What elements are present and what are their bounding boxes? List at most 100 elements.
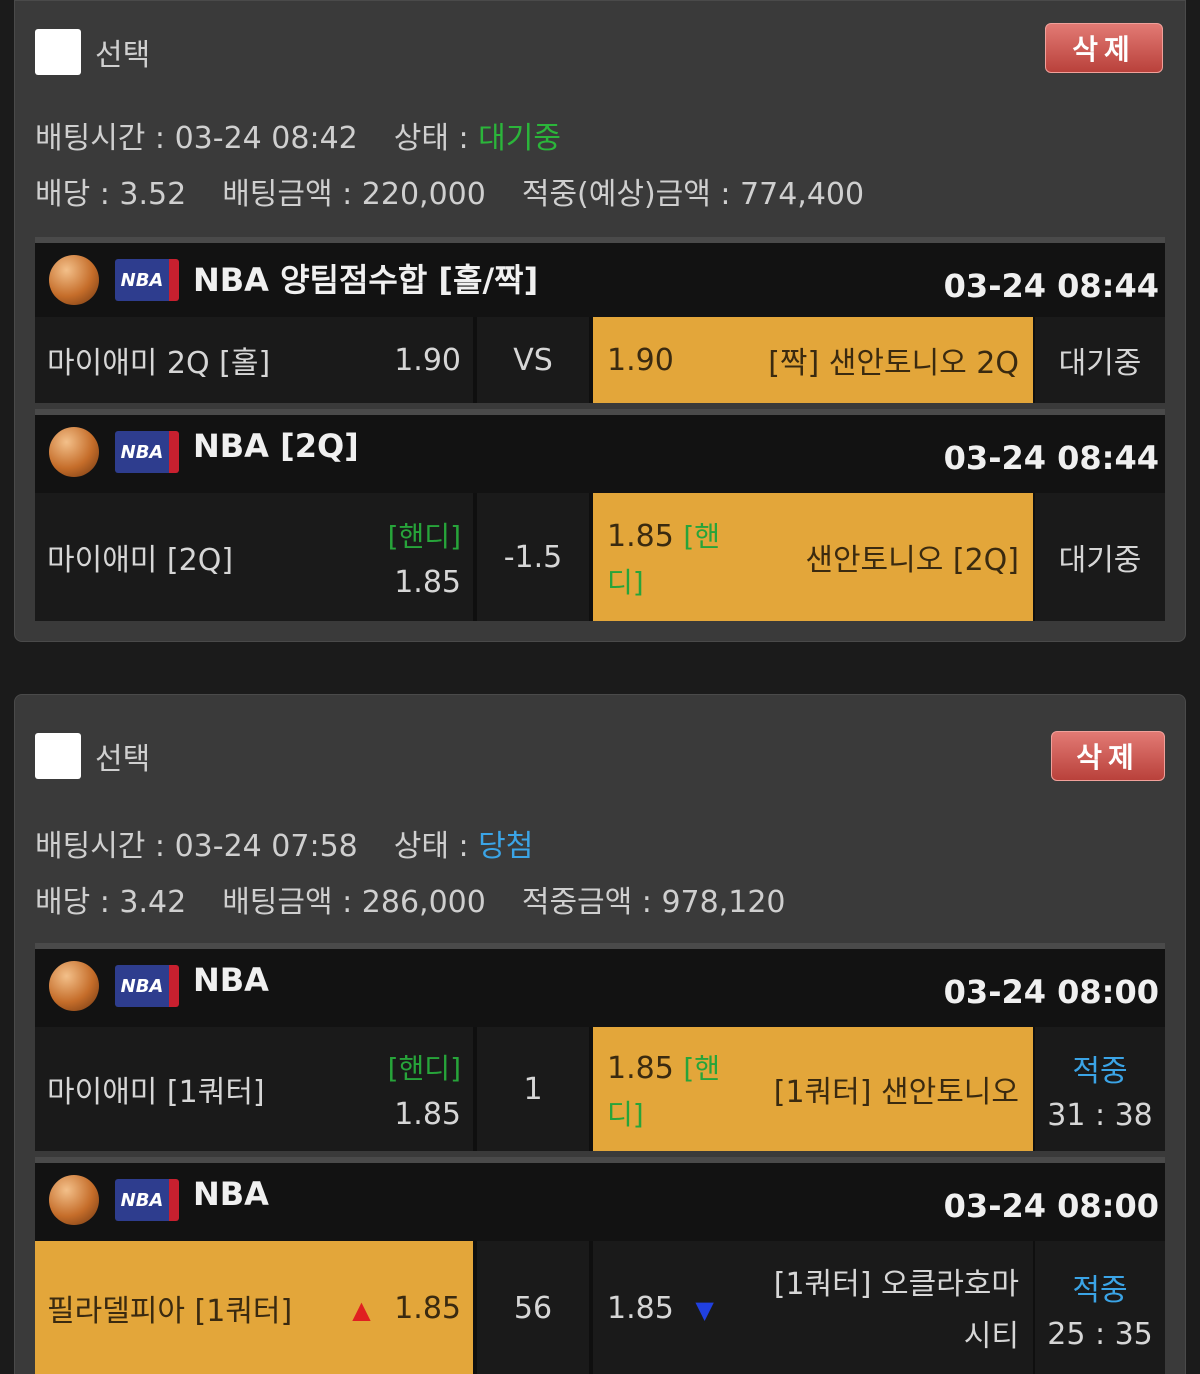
bet-time-label: 배팅시간 :: [35, 121, 175, 156]
nba-logo-icon: NBA: [115, 965, 179, 1007]
game-header: NBA NBA 양팀점수합 [홀/짝] 03-24 08:44: [35, 237, 1165, 317]
home-odds: 1.85: [394, 1290, 461, 1326]
handicap-tag-cont: 디]: [607, 566, 644, 599]
away-odds: 1.90: [607, 342, 674, 378]
result-cell: 적중 31 : 38: [1035, 1027, 1165, 1151]
odds-value: 3.52: [119, 177, 187, 212]
home-odds: 1.90: [394, 342, 461, 378]
league-name: NBA: [193, 1175, 269, 1213]
result-cell: 대기중: [1035, 493, 1165, 621]
odds-value: 3.42: [119, 885, 187, 920]
win-value: 978,120: [661, 885, 786, 920]
bet-time-value: 03-24 08:42: [174, 121, 358, 156]
game-block: NBA NBA 양팀점수합 [홀/짝] 03-24 08:44 마이애미 2Q …: [35, 237, 1165, 403]
result-status: 대기중: [1058, 543, 1142, 578]
game-block: NBA NBA 03-24 08:00 마이애미 [1쿼터] [핸디] 1.85…: [35, 943, 1165, 1151]
status-label: 상태 :: [393, 121, 479, 156]
select-row[interactable]: 선택: [35, 27, 150, 77]
handicap-tag: [핸디]: [387, 520, 461, 553]
handicap-tag: [핸: [683, 1052, 721, 1085]
amount-label: 배팅금액 :: [222, 177, 362, 212]
home-odds: 1.85: [394, 565, 461, 600]
league-name: NBA 양팀점수합 [홀/짝]: [193, 261, 539, 299]
handicap-value: 1: [477, 1027, 589, 1151]
game-time: 03-24 08:44: [943, 439, 1159, 477]
home-team: 마이애미 [1쿼터]: [47, 1075, 265, 1110]
result-cell: 적중 25 : 35: [1035, 1241, 1165, 1374]
away-odds: 1.85: [607, 1290, 674, 1326]
delete-button[interactable]: 삭제: [1045, 23, 1163, 73]
mid-value: VS: [477, 317, 589, 403]
away-team: [1쿼터] 오클라호마: [773, 1267, 1019, 1302]
odds-down-arrow-icon: ▼: [695, 1295, 714, 1324]
basketball-icon: [49, 1175, 99, 1225]
away-team: 샌안토니오 [2Q]: [805, 543, 1019, 578]
handicap-tag: [핸: [683, 520, 721, 553]
home-team-cell[interactable]: 마이애미 [2Q] [핸디] 1.85: [35, 493, 473, 621]
bet-amount-line: 배당 : 3.42 배팅금액 : 286,000 적중금액 : 978,120: [35, 877, 786, 921]
game-header: NBA NBA [2Q] 03-24 08:44: [35, 409, 1165, 493]
final-score: 31 : 38: [1047, 1097, 1153, 1133]
win-label: 적중(예상)금액 :: [521, 177, 741, 212]
bet-row: 마이애미 2Q [홀] 1.90 VS 1.90 [짝] 샌안토니오 2Q 대기…: [35, 317, 1165, 403]
bet-row: 마이애미 [1쿼터] [핸디] 1.85 1 1.85 [핸 디] [1쿼터] …: [35, 1027, 1165, 1151]
away-team: [1쿼터] 샌안토니오: [773, 1075, 1019, 1110]
game-block: NBA NBA 03-24 08:00 필라델피아 [1쿼터] ▲ 1.85 5…: [35, 1157, 1165, 1374]
nba-logo-icon: NBA: [115, 1179, 179, 1221]
select-checkbox[interactable]: [35, 29, 81, 75]
odds-label: 배당 :: [35, 177, 120, 212]
game-time: 03-24 08:00: [943, 1187, 1159, 1225]
select-row[interactable]: 선택: [35, 731, 150, 781]
select-label: 선택: [95, 38, 151, 73]
away-odds: 1.85: [607, 519, 674, 554]
away-team: [짝] 샌안토니오 2Q: [768, 346, 1019, 381]
game-header: NBA NBA 03-24 08:00: [35, 1157, 1165, 1241]
bet-row: 필라델피아 [1쿼터] ▲ 1.85 56 1.85 ▼ [1쿼터] 오클라호마…: [35, 1241, 1165, 1374]
away-team-cell[interactable]: 1.90 [짝] 샌안토니오 2Q: [593, 317, 1033, 403]
home-team: 마이애미 [2Q]: [47, 543, 234, 578]
away-team-cell[interactable]: 1.85 ▼ [1쿼터] 오클라호마 시티: [593, 1241, 1033, 1374]
game-time: 03-24 08:00: [943, 973, 1159, 1011]
home-odds: 1.85: [394, 1097, 461, 1132]
away-team-cell[interactable]: 1.85 [핸 디] 샌안토니오 [2Q]: [593, 493, 1033, 621]
delete-button[interactable]: 삭제: [1051, 731, 1165, 781]
game-header: NBA NBA 03-24 08:00: [35, 943, 1165, 1027]
handicap-tag-cont: 디]: [607, 1098, 644, 1131]
bet-slip-1: 선택 삭제 배팅시간 : 03-24 08:42 상태 : 대기중 배당 : 3.…: [14, 0, 1186, 642]
handicap-value: -1.5: [477, 493, 589, 621]
away-odds: 1.85: [607, 1051, 674, 1086]
odds-label: 배당 :: [35, 885, 120, 920]
home-team: 마이애미 2Q [홀]: [47, 346, 271, 381]
home-team-cell[interactable]: 마이애미 2Q [홀] 1.90: [35, 317, 473, 403]
result-cell: 대기중: [1035, 317, 1165, 403]
result-status: 적중: [1072, 1053, 1128, 1089]
bet-time-line: 배팅시간 : 03-24 07:58 상태 : 당첨: [35, 821, 533, 865]
home-team-cell[interactable]: 필라델피아 [1쿼터] ▲ 1.85: [35, 1241, 473, 1374]
league-name: NBA: [193, 961, 269, 999]
home-team-cell[interactable]: 마이애미 [1쿼터] [핸디] 1.85: [35, 1027, 473, 1151]
result-status: 대기중: [1058, 346, 1142, 381]
basketball-icon: [49, 961, 99, 1011]
handicap-tag: [핸디]: [387, 1052, 461, 1085]
nba-logo-icon: NBA: [115, 259, 179, 301]
result-status: 적중: [1072, 1272, 1128, 1308]
amount-value: 286,000: [361, 885, 486, 920]
amount-value: 220,000: [361, 177, 486, 212]
bet-time-label: 배팅시간 :: [35, 829, 175, 864]
status-label: 상태 :: [393, 829, 479, 864]
nba-logo-icon: NBA: [115, 431, 179, 473]
final-score: 25 : 35: [1047, 1316, 1153, 1352]
bet-row: 마이애미 [2Q] [핸디] 1.85 -1.5 1.85 [핸 디] 샌안토니…: [35, 493, 1165, 621]
home-team: 필라델피아 [1쿼터]: [47, 1294, 293, 1329]
bet-amount-line: 배당 : 3.52 배팅금액 : 220,000 적중(예상)금액 : 774,40…: [35, 169, 864, 213]
away-team-cell[interactable]: 1.85 [핸 디] [1쿼터] 샌안토니오: [593, 1027, 1033, 1151]
total-line-value: 56: [477, 1241, 589, 1374]
win-label: 적중금액 :: [521, 885, 662, 920]
bet-slip-2: 선택 삭제 배팅시간 : 03-24 07:58 상태 : 당첨 배당 : 3.4…: [14, 694, 1186, 1374]
select-checkbox[interactable]: [35, 733, 81, 779]
win-value: 774,400: [740, 177, 865, 212]
select-label: 선택: [95, 742, 151, 777]
status-value: 대기중: [478, 121, 561, 156]
bet-time-line: 배팅시간 : 03-24 08:42 상태 : 대기중: [35, 113, 561, 157]
game-time: 03-24 08:44: [943, 267, 1159, 305]
